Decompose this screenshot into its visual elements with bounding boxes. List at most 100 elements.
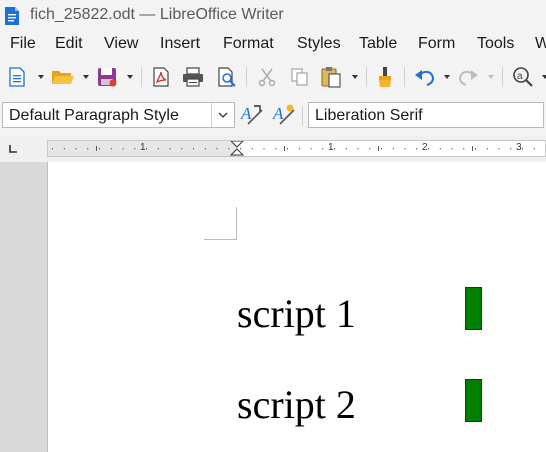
ruler-half-tick [96,146,97,151]
ruler-tick [404,148,406,150]
ruler-tick [157,148,159,150]
ruler-number: 3 [516,142,522,153]
ruler-tick [533,148,535,150]
print-preview-icon [218,67,236,87]
clone-formatting-button[interactable] [372,65,398,89]
ruler-tick [322,148,324,150]
svg-text:a: a [517,71,523,82]
clone-formatting-icon [379,67,391,87]
paragraph-style-value: Default Paragraph Style [9,107,179,124]
toolbar-separator [246,67,247,87]
ruler-number: 1 [328,142,334,153]
ruler-tick [392,148,394,150]
open-dropdown-icon[interactable] [83,75,89,79]
menu-window[interactable]: W [535,35,546,53]
libreoffice-writer-window: fich_25822.odt — LibreOffice Writer File… [0,0,546,452]
update-style-icon: A [240,104,263,125]
ruler-tick [146,148,147,150]
new-style-button[interactable]: A [271,102,297,126]
ruler-tick [451,148,453,150]
ruler-tick [463,148,465,150]
redo-dropdown-icon[interactable] [488,75,494,79]
ruler-tick [63,148,65,150]
undo-button[interactable] [412,65,438,89]
open-button[interactable] [50,65,76,89]
paste-icon [321,67,341,88]
copy-button[interactable] [287,65,313,89]
ruler-tick [298,148,300,150]
svg-text:A: A [240,104,252,123]
paragraph-style-select[interactable]: Default Paragraph Style [2,102,235,128]
menu-file[interactable]: File [10,35,36,53]
ruler-tick [181,148,183,150]
menu-edit[interactable]: Edit [55,35,83,53]
export-pdf-button[interactable] [148,65,174,89]
save-dropdown-icon[interactable] [127,75,133,79]
open-folder-icon [52,71,74,84]
ruler-tick [287,148,288,150]
document-page[interactable]: script 1 script 2 [47,162,546,452]
print-button[interactable] [180,65,206,89]
ruler-tick [310,148,312,150]
update-style-button[interactable]: A [239,102,265,126]
redo-button[interactable] [455,65,481,89]
ruler-tick [334,148,335,150]
ruler-tick [99,148,100,150]
font-name-select[interactable]: Liberation Serif [308,102,544,128]
ruler-tick [486,148,488,150]
undo-dropdown-icon[interactable] [444,75,450,79]
toolbar-separator [366,67,367,87]
menu-table[interactable]: Table [359,35,397,53]
save-button[interactable] [94,65,120,89]
print-preview-button[interactable] [214,65,240,89]
new-document-button[interactable] [4,65,30,89]
ruler-tick [204,148,206,150]
menu-view[interactable]: View [104,35,138,53]
writer-app-icon [5,7,19,25]
chevron-down-icon [218,112,228,118]
menu-form[interactable]: Form [418,35,455,53]
menu-insert[interactable]: Insert [160,35,200,53]
horizontal-ruler[interactable]: 1 1 2 3 [47,140,546,157]
print-icon [183,67,203,87]
export-pdf-icon [153,67,169,87]
ruler-tick [122,148,124,150]
paragraph-style-dropdown[interactable] [211,103,234,127]
ruler-tick [193,148,194,150]
tab-stop-selector-icon[interactable] [9,145,17,153]
menu-styles[interactable]: Styles [297,35,341,53]
document-workspace: script 1 script 2 [0,162,546,452]
paste-button[interactable] [318,65,344,89]
new-document-dropdown-icon[interactable] [38,75,44,79]
find-replace-icon: a [513,67,533,87]
ruler-number: 2 [422,142,428,153]
find-dropdown-icon[interactable] [542,75,546,79]
title-bar: fich_25822.odt — LibreOffice Writer [0,0,546,32]
green-shape[interactable] [465,287,482,330]
ruler-tick [439,148,441,150]
toolbar-separator [404,67,405,87]
ruler-tick [357,148,359,150]
ruler-ticks [52,146,535,151]
document-text-line[interactable]: script 1 [237,290,356,337]
ruler-half-tick [472,146,473,151]
find-replace-button[interactable]: a [510,65,536,89]
green-shape[interactable] [465,379,482,422]
indent-marker-icon[interactable] [229,141,245,156]
ruler-tick [216,148,218,150]
new-style-icon: A [272,104,295,125]
ruler-tick [345,148,347,150]
menu-format[interactable]: Format [223,35,274,53]
redo-icon [458,70,478,86]
ruler-tick [52,148,53,150]
ruler-tick [169,148,171,150]
menu-tools[interactable]: Tools [477,35,514,53]
save-icon [98,68,117,87]
copy-icon [291,68,308,86]
ruler-tick [251,148,253,150]
menu-bar: File Edit View Insert Format Styles Tabl… [0,32,546,57]
cut-button[interactable] [254,65,280,89]
paste-dropdown-icon[interactable] [352,75,358,79]
text-boundary-corner [204,207,237,240]
document-text-line[interactable]: script 2 [237,381,356,428]
